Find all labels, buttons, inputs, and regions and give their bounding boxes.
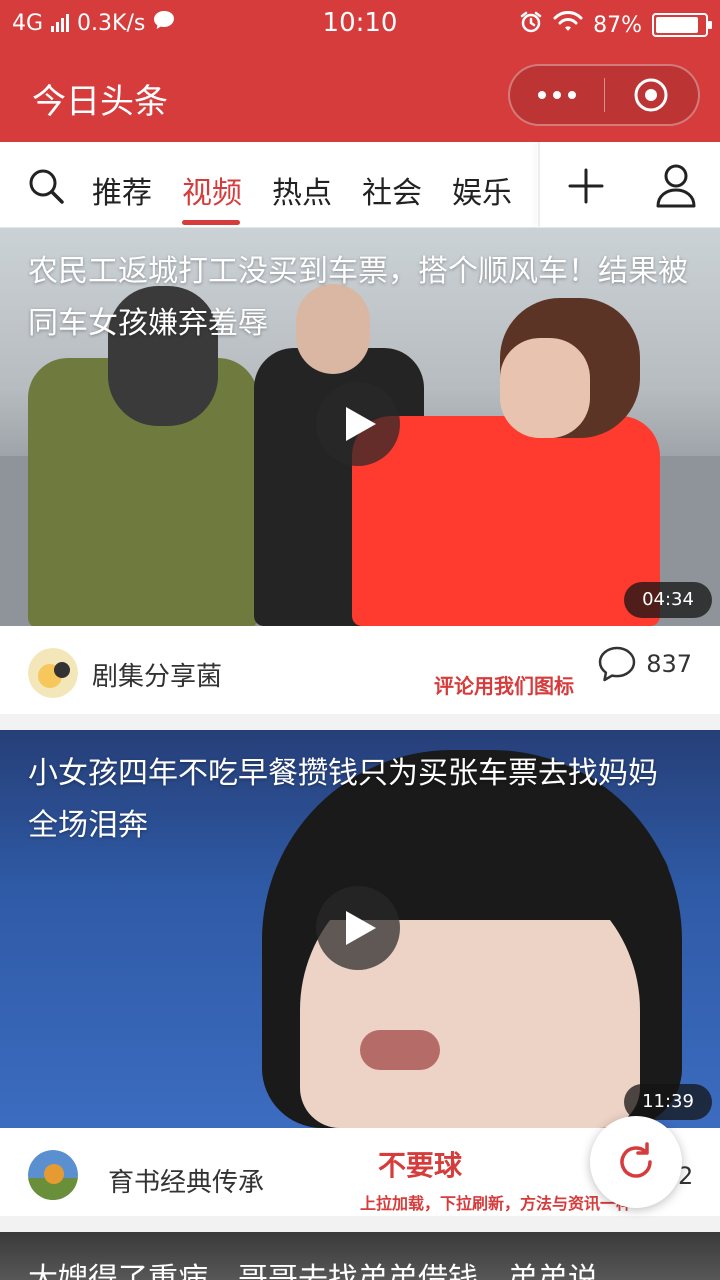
channel-tabs: 推荐 视频 热点 社会 娱乐	[0, 142, 720, 228]
author-avatar[interactable]	[28, 1150, 78, 1200]
comment-icon	[598, 646, 636, 682]
author-avatar[interactable]	[28, 648, 78, 698]
more-menu-button[interactable]	[510, 66, 604, 124]
tab-hot[interactable]: 热点	[272, 168, 332, 212]
author-name[interactable]: 育书经典传承	[108, 1162, 264, 1199]
play-icon	[346, 911, 376, 945]
mini-program-capsule	[508, 64, 700, 126]
video-meta: 剧集分享菌 评论用我们图标 837	[0, 626, 720, 714]
status-bar: 4G 0.3K/s 10:10 87%	[0, 0, 720, 48]
battery-icon	[652, 13, 712, 37]
add-channel-icon[interactable]	[566, 166, 606, 210]
dot-icon	[567, 91, 576, 99]
app-title: 今日头条	[32, 82, 168, 122]
target-icon	[634, 78, 668, 112]
user-icon[interactable]	[654, 162, 698, 212]
video-title: 大嫂得了重病，哥哥去找弟弟借钱，弟弟说	[28, 1262, 598, 1280]
wifi-icon	[553, 11, 583, 39]
comment-number: 837	[646, 650, 692, 678]
video-card[interactable]: 农民工返城打工没买到车票，搭个顺风车！结果被同车女孩嫌弃羞辱 04:34 剧集分…	[0, 228, 720, 714]
video-duration: 11:39	[624, 1084, 712, 1120]
video-thumbnail[interactable]: 农民工返城打工没买到车票，搭个顺风车！结果被同车女孩嫌弃羞辱 04:34	[0, 228, 720, 626]
refresh-button[interactable]	[590, 1116, 682, 1208]
annotation-note: 评论用我们图标	[434, 674, 574, 698]
alarm-icon	[519, 10, 543, 40]
top-bar: 4G 0.3K/s 10:10 87% 今日头条	[0, 0, 720, 142]
video-duration: 04:34	[624, 582, 712, 618]
tab-society[interactable]: 社会	[362, 168, 422, 212]
play-button[interactable]	[316, 382, 400, 466]
tab-video[interactable]: 视频	[182, 168, 242, 212]
play-icon	[346, 407, 376, 441]
figure-woman	[352, 416, 660, 626]
refresh-icon	[620, 1142, 652, 1178]
video-card[interactable]: 大嫂得了重病，哥哥去找弟弟借钱，弟弟说	[0, 1232, 720, 1280]
video-title: 小女孩四年不吃早餐攒钱只为买张车票去找妈妈 全场泪奔	[28, 756, 658, 843]
active-tab-indicator	[182, 220, 240, 225]
close-mini-program-button[interactable]	[604, 66, 698, 124]
battery-percent: 87%	[593, 12, 642, 38]
play-button[interactable]	[316, 886, 400, 970]
dot-icon	[552, 91, 561, 99]
search-icon[interactable]	[26, 166, 66, 210]
dot-icon	[537, 91, 546, 99]
video-thumbnail[interactable]: 小女孩四年不吃早餐攒钱只为买张车票去找妈妈 全场泪奔 11:39	[0, 730, 720, 1128]
tab-entertainment[interactable]: 娱乐	[452, 168, 512, 212]
tab-recommend[interactable]: 推荐	[92, 168, 152, 212]
comment-count[interactable]: 837	[598, 646, 692, 682]
video-title: 农民工返城打工没买到车票，搭个顺风车！结果被同车女孩嫌弃羞辱	[28, 254, 688, 341]
annotation-subnote: 上拉加载，下拉刷新，方法与资讯一样	[360, 1194, 633, 1213]
annotation-note: 不要球	[378, 1149, 463, 1182]
author-name[interactable]: 剧集分享菌	[92, 656, 222, 693]
